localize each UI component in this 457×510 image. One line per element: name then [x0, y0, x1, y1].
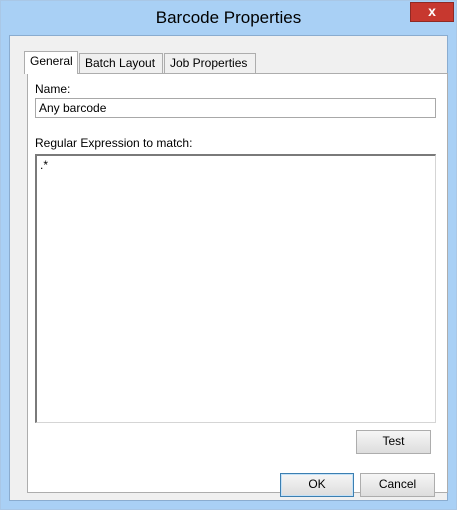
name-label: Name:: [35, 82, 71, 96]
barcode-properties-dialog: Barcode Properties x General Batch Layou…: [0, 0, 457, 510]
tab-job-properties[interactable]: Job Properties: [164, 53, 256, 73]
close-icon: x: [428, 3, 436, 19]
general-tab-panel: Name: Regular Expression to match: .* Te…: [27, 73, 448, 493]
test-button[interactable]: Test: [356, 430, 431, 454]
window-title: Barcode Properties: [155, 8, 302, 27]
tab-general[interactable]: General: [24, 51, 78, 74]
regex-field[interactable]: .*: [35, 154, 436, 423]
name-field[interactable]: [35, 98, 436, 118]
cancel-button[interactable]: Cancel: [360, 473, 435, 497]
close-button[interactable]: x: [410, 2, 454, 22]
ok-button[interactable]: OK: [280, 473, 354, 497]
dialog-body: General Batch Layout Job Properties Name…: [9, 35, 448, 501]
tab-batch-layout[interactable]: Batch Layout: [79, 53, 163, 73]
regex-label: Regular Expression to match:: [35, 136, 193, 150]
title-bar[interactable]: Barcode Properties x: [1, 1, 456, 35]
